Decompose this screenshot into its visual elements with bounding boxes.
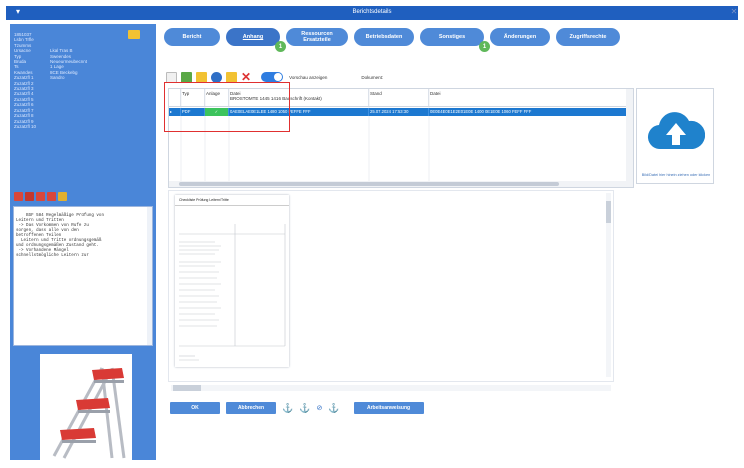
folder-icon[interactable] <box>128 30 140 39</box>
scroll-thumb[interactable] <box>606 201 611 223</box>
work-instruction-button[interactable]: Arbeitsanweisung <box>353 402 424 414</box>
preview-toggle[interactable] <box>261 72 284 82</box>
pdf-icon[interactable] <box>25 192 34 201</box>
grid-vertical-scrollbar[interactable] <box>626 89 633 187</box>
anchor-up-icon[interactable]: ⚓ <box>328 403 339 414</box>
sidebar-toolbar <box>14 192 67 201</box>
folder-icon[interactable] <box>196 71 207 83</box>
preview-toggle-label: Vorschau anzeigen <box>289 74 328 80</box>
tab-3[interactable]: Betriebsdaten <box>354 28 414 46</box>
preview-content <box>179 224 286 361</box>
anchor-off-icon[interactable]: ⊘ <box>316 404 322 412</box>
tab-label: Bericht <box>182 34 202 40</box>
close-icon[interactable]: ✕ <box>728 7 740 19</box>
main-panel: Bericht Anhang 1 Ressourcen Ersatzteile Betr… <box>160 24 740 460</box>
product-image <box>40 354 132 466</box>
pdf-icon[interactable] <box>14 192 23 201</box>
tab-0[interactable]: Bericht <box>164 28 220 46</box>
preview-page-title: Checkliste Prüfung Leitern/Tritte <box>175 195 289 206</box>
ok-button[interactable]: OK <box>170 402 220 414</box>
count-badge: 1 <box>479 41 490 52</box>
window-title: Berichtsdetails <box>352 9 392 15</box>
upload-dropzone[interactable]: Bild/Datei hier hinein ziehen oder klick… <box>636 88 714 184</box>
tab-bar: Bericht Anhang 1 Ressourcen Ersatzteile Betr… <box>164 28 620 52</box>
preview-page: Checkliste Prüfung Leitern/Tritte <box>175 195 289 367</box>
tab-2[interactable]: Ressourcen Ersatzteile <box>286 28 348 46</box>
tab-label: Zugriffsrechte <box>569 34 607 40</box>
preview-horizontal-scrollbar[interactable] <box>171 385 611 391</box>
info-panel: 1851037 Lsbn Trfle Tzumms Ursacne Lkal Tras… <box>14 32 152 129</box>
tab-label: Betriebsdaten <box>365 34 403 40</box>
tab-label: Ressourcen Ersatzteile <box>301 31 333 43</box>
window-titlebar: ▾ Berichtsdetails ✕ <box>6 6 738 20</box>
cancel-button[interactable]: Abbrechen <box>226 402 276 414</box>
notes-textarea[interactable]: BSF 584 Regelmäßige Prüfung von Leitern … <box>13 206 153 346</box>
grid-horizontal-scrollbar[interactable] <box>169 181 627 187</box>
tab-label: Sonstiges <box>438 34 466 40</box>
tab-5[interactable]: Änderungen <box>490 28 550 46</box>
notes-text: BSF 584 Regelmäßige Prüfung von Leitern … <box>16 214 104 258</box>
wrench-icon[interactable] <box>47 192 56 201</box>
col-status[interactable]: Stand <box>369 89 429 106</box>
cloud-upload-icon <box>648 112 705 150</box>
tab-label: Anhang <box>242 34 264 40</box>
col-file-2[interactable]: Datei <box>429 89 627 106</box>
cell-status: 25.07.2024 17:53:30 <box>369 108 429 116</box>
upload-caption: Bild/Datei hier hinein ziehen oder klick… <box>641 173 711 177</box>
download-icon[interactable] <box>211 71 222 83</box>
document-preview: Checkliste Prüfung Leitern/Tritte <box>168 190 614 391</box>
notes-scrollbar[interactable] <box>147 207 152 345</box>
open-folder-icon[interactable] <box>226 71 237 83</box>
delete-icon[interactable]: ✕ <box>241 71 251 83</box>
preview-vertical-scrollbar[interactable] <box>606 193 611 377</box>
new-file-icon[interactable] <box>166 71 177 83</box>
sidebar: 1851037 Lsbn Trfle Tzumms Ursacne Lkal Tras… <box>10 24 156 466</box>
info-value: Sandro <box>50 75 65 81</box>
info-key: Lsbn Trfle Tzumms <box>14 37 34 48</box>
tab-1[interactable]: Anhang 1 <box>226 28 286 52</box>
document-label: Dokument: <box>361 74 384 80</box>
bottom-actions: OK Abbrechen ⚓ ⚓ ⊘ ⚓ Arbeitsanweisung <box>170 402 424 414</box>
anchor-down-icon[interactable]: ⚓ <box>299 403 310 414</box>
anchor-icon[interactable]: ⚓ <box>282 403 293 414</box>
info-row: Lsbn Trfle Tzumms <box>14 37 152 48</box>
edit-icon[interactable] <box>58 192 67 201</box>
tab-4[interactable]: Sonstiges 1 <box>420 28 490 52</box>
count-badge: 1 <box>275 41 286 52</box>
scroll-thumb[interactable] <box>173 385 201 391</box>
info-key: Zuzatzfl 10 <box>14 123 37 129</box>
scroll-thumb[interactable] <box>179 182 559 186</box>
highlight-box <box>164 82 290 132</box>
tab-6[interactable]: Zugriffsrechte <box>556 28 620 46</box>
excel-icon[interactable] <box>181 71 192 83</box>
tab-label: Änderungen <box>503 34 537 40</box>
pdf-icon[interactable] <box>36 192 45 201</box>
info-row: Zuzatzfl 10 <box>14 124 152 129</box>
cell-file-2: 0E0E4E0E1E2E01E0E 1400 0E1E0E 1060 FEFF … <box>430 109 532 114</box>
